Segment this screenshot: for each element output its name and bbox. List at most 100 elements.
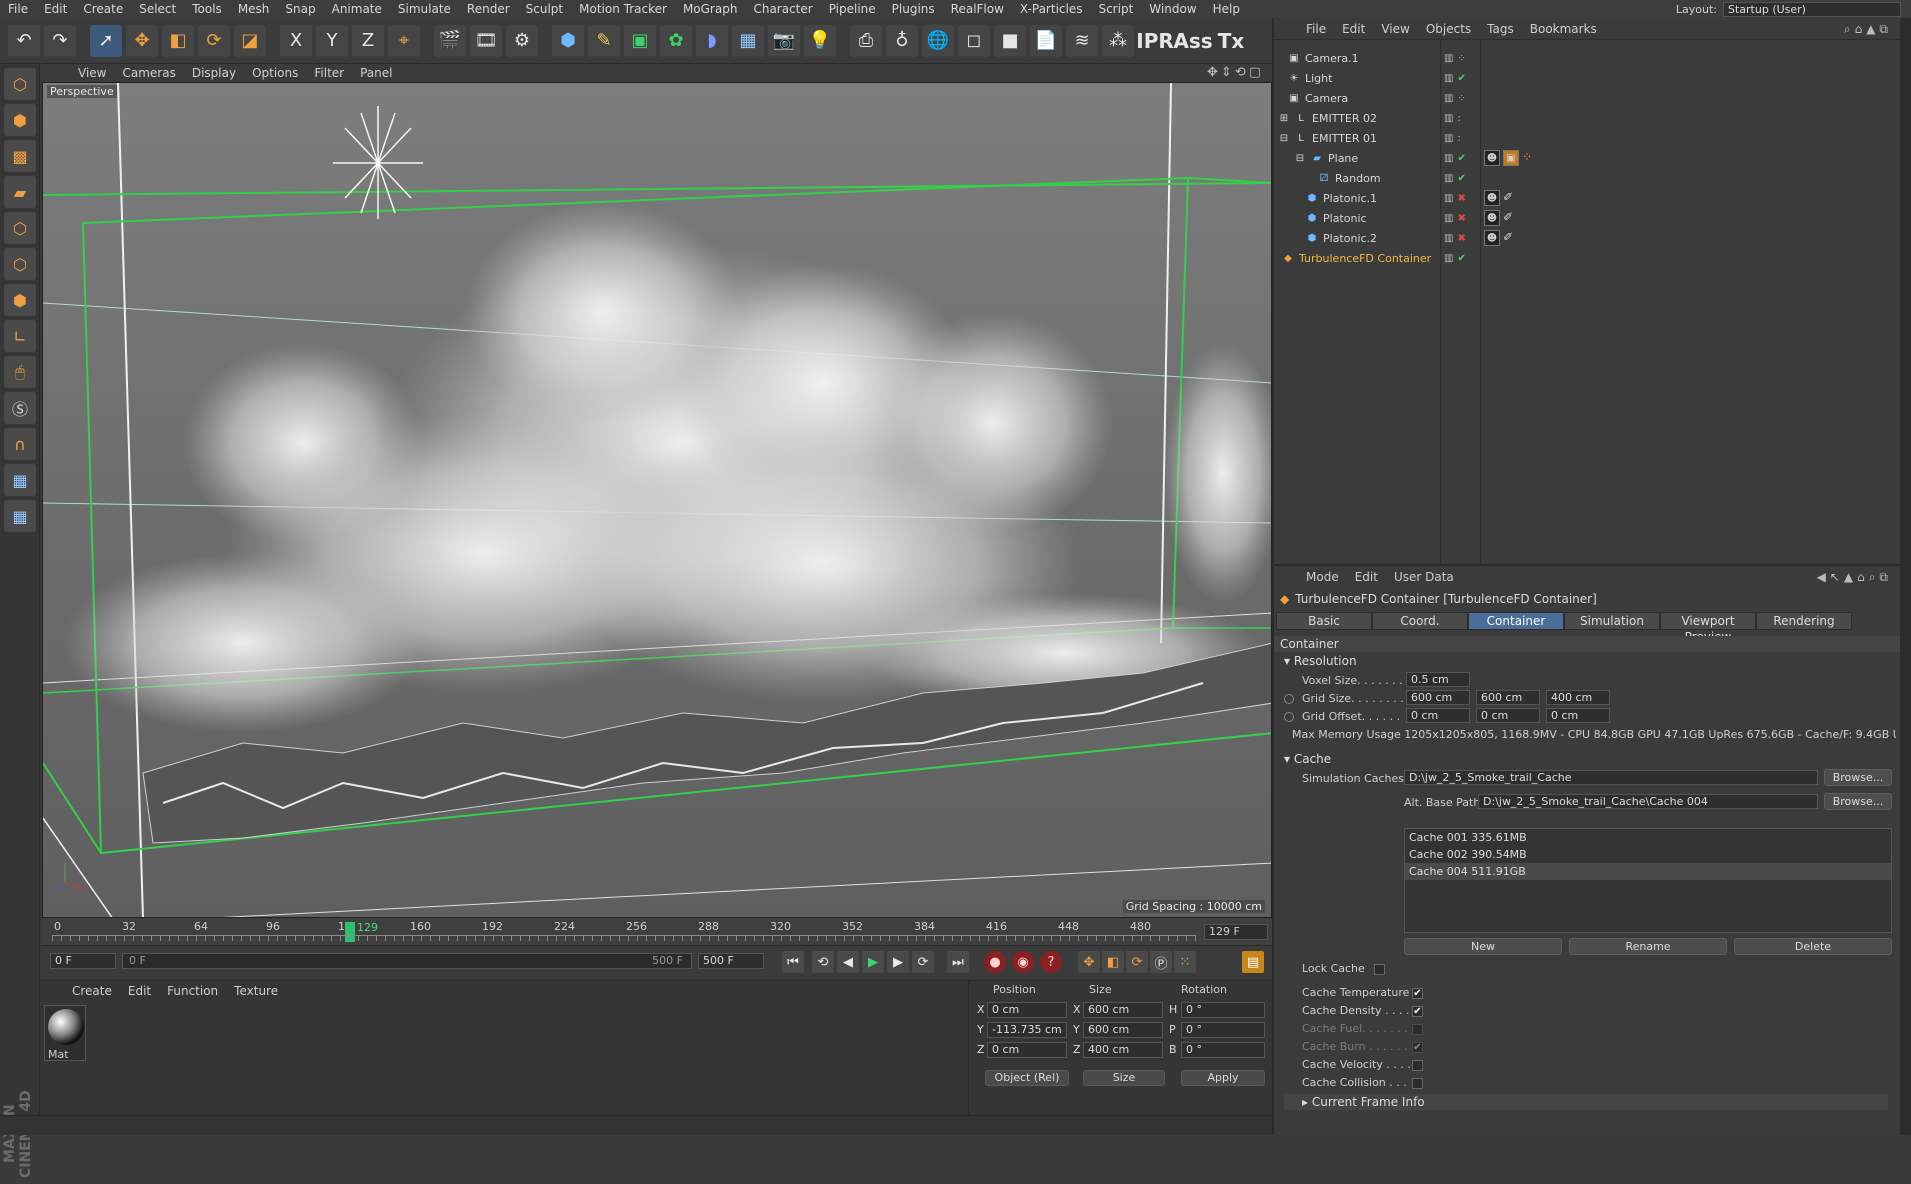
right-tab-strip[interactable] <box>1900 18 1911 1135</box>
key-position-button[interactable]: ✥ <box>1078 951 1100 973</box>
preview-range-slider[interactable]: 0 F 500 F <box>122 953 692 969</box>
expand-plus-icon[interactable]: ⊞ <box>1278 112 1290 124</box>
menu-x-particles[interactable]: X-Particles <box>1012 2 1091 16</box>
next-key-button[interactable]: ⟳ <box>912 951 934 973</box>
plugin-light-button[interactable]: ♁ <box>886 24 918 57</box>
coordinate-system-button[interactable]: ⌖ <box>388 24 420 57</box>
end-frame-field[interactable]: 500 F <box>698 953 764 969</box>
grid-offset-z-field[interactable]: 0 cm <box>1546 708 1610 723</box>
rot-b-field[interactable]: 0 ° <box>1181 1042 1265 1058</box>
y-axis-button[interactable]: Y <box>316 24 348 57</box>
om-toolbar-icons[interactable]: ⌕⌂▲⧉ <box>1844 22 1892 37</box>
layout-select[interactable]: Startup (User) <box>1723 1 1901 17</box>
size-y-field[interactable]: 600 cm <box>1083 1022 1163 1038</box>
pos-x-field[interactable]: 0 cm <box>987 1002 1067 1018</box>
light-button[interactable]: 💡 <box>804 24 836 57</box>
lock-cache-checkbox[interactable] <box>1374 964 1385 975</box>
object-row-camera-1[interactable]: ▣ Camera.1 ▥⁘ <box>1274 48 1902 68</box>
object-flags[interactable]: ▥✔ <box>1444 253 1480 264</box>
undo-button[interactable]: ↶ <box>8 24 40 57</box>
grid-size-x-field[interactable]: 600 cm <box>1406 690 1470 705</box>
polygons-mode-button[interactable]: ⬢ <box>4 284 36 316</box>
cache-fuel-checkbox[interactable] <box>1412 1024 1423 1035</box>
rename-cache-button[interactable]: Rename <box>1569 938 1727 955</box>
collapse-minus-icon[interactable]: ⊟ <box>1294 152 1306 164</box>
enabled-check-icon[interactable]: ✔ <box>1457 253 1469 264</box>
previous-frame-button[interactable]: ◀ <box>837 951 859 973</box>
axis-mode-button[interactable]: ∟ <box>4 320 36 352</box>
om-menu-edit[interactable]: Edit <box>1334 22 1373 36</box>
pos-y-field[interactable]: -113.735 cm <box>987 1022 1067 1038</box>
rotate-tool-button[interactable]: ⟳ <box>198 24 230 57</box>
menu-simulate[interactable]: Simulate <box>390 2 459 16</box>
menu-create[interactable]: Create <box>75 2 131 16</box>
menu-mesh[interactable]: Mesh <box>230 2 278 16</box>
timeline-window-button[interactable]: ▤ <box>1242 951 1264 973</box>
texture-tag-icon[interactable]: ▣ <box>1503 150 1519 166</box>
pen-button[interactable]: ✎ <box>588 24 620 57</box>
rot-p-field[interactable]: 0 ° <box>1181 1022 1265 1038</box>
tfd-tag-icon[interactable]: ☻ <box>1484 230 1500 246</box>
layers-button[interactable]: ≋ <box>1066 24 1098 57</box>
workplane-button[interactable]: ▰ <box>4 176 36 208</box>
menu-animate[interactable]: Animate <box>324 2 390 16</box>
cache-collision-checkbox[interactable] <box>1412 1078 1423 1089</box>
object-row-platonic-2[interactable]: ⬢ Platonic.2 ▥✖ ☻ ✐ <box>1274 228 1902 248</box>
camera-button[interactable]: 📷 <box>768 24 800 57</box>
previous-key-button[interactable]: ⟲ <box>812 951 834 973</box>
resolution-group[interactable]: ▾ Resolution <box>1284 654 1357 668</box>
edges-mode-button[interactable]: ⬡ <box>4 248 36 280</box>
cube-button[interactable]: ⬢ <box>552 24 584 57</box>
ipr-button[interactable]: IPR <box>1136 25 1174 57</box>
menu-tools[interactable]: Tools <box>184 2 230 16</box>
object-flags[interactable]: ▥✖ <box>1444 233 1480 244</box>
render-picture-viewer-button[interactable]: 🎞 <box>470 24 502 57</box>
menu-pipeline[interactable]: Pipeline <box>821 2 884 16</box>
object-row-plane[interactable]: ⊟ ▰ Plane ▥✔ ☻ ▣ ⁘ <box>1274 148 1902 168</box>
tab-container[interactable]: Container <box>1468 612 1564 630</box>
menu-select[interactable]: Select <box>131 2 184 16</box>
size-z-field[interactable]: 400 cm <box>1083 1042 1163 1058</box>
object-flags[interactable]: ▥⁘ <box>1444 53 1480 64</box>
am-menu-edit[interactable]: Edit <box>1347 570 1386 584</box>
snapping-button[interactable]: Ⓢ <box>4 392 36 424</box>
object-flags[interactable]: ▥✔ <box>1444 173 1480 184</box>
viewport-menu-cameras[interactable]: Cameras <box>114 66 183 80</box>
material-swatch[interactable]: Mat <box>44 1005 86 1061</box>
cache-list-item[interactable]: Cache 002 390.54MB <box>1405 846 1891 863</box>
menu-motion-tracker[interactable]: Motion Tracker <box>571 2 675 16</box>
ass-button[interactable]: Ass <box>1173 25 1212 57</box>
object-row-light[interactable]: ☀ Light ▥✔ <box>1274 68 1902 88</box>
cache-list-item[interactable]: Cache 001 335.61MB <box>1405 829 1891 846</box>
browse-simulation-caches-button[interactable]: Browse... <box>1824 769 1892 786</box>
size-mode-dropdown[interactable]: Size <box>1083 1070 1165 1086</box>
document-button[interactable]: 📄 <box>1030 24 1062 57</box>
grid-offset-x-field[interactable]: 0 cm <box>1406 708 1470 723</box>
tab-rendering[interactable]: Rendering <box>1756 612 1852 630</box>
enabled-check-icon[interactable]: ✔ <box>1457 73 1469 84</box>
apply-button[interactable]: Apply <box>1181 1070 1265 1086</box>
enabled-check-icon[interactable]: ✔ <box>1457 153 1469 164</box>
menu-mograph[interactable]: MoGraph <box>675 2 746 16</box>
om-menu-view[interactable]: View <box>1373 22 1417 36</box>
play-button[interactable]: ▶ <box>862 951 884 973</box>
grid-offset-radio[interactable] <box>1284 712 1294 722</box>
points-mode-button[interactable]: ⬡ <box>4 212 36 244</box>
menu-edit[interactable]: Edit <box>36 2 75 16</box>
object-flags[interactable]: ▥: <box>1444 133 1480 144</box>
cache-group[interactable]: ▾ Cache <box>1284 752 1331 766</box>
coordinate-mode-dropdown[interactable]: Object (Rel) <box>985 1070 1069 1086</box>
deformer-button[interactable]: ◗ <box>696 24 728 57</box>
disabled-cross-icon[interactable]: ✖ <box>1457 193 1469 204</box>
object-flags[interactable]: ▥⁘ <box>1444 93 1480 104</box>
new-cache-button[interactable]: New <box>1404 938 1562 955</box>
tx-button[interactable]: Tx <box>1214 25 1248 57</box>
pos-z-field[interactable]: 0 cm <box>987 1042 1067 1058</box>
disabled-cross-icon[interactable]: ✖ <box>1457 233 1469 244</box>
menu-sculpt[interactable]: Sculpt <box>518 2 571 16</box>
cache-density-checkbox[interactable]: ✔ <box>1412 1006 1423 1017</box>
grid-size-z-field[interactable]: 400 cm <box>1546 690 1610 705</box>
object-row-random[interactable]: ⚂ Random ▥✔ <box>1274 168 1902 188</box>
subdivision-button[interactable]: ▣ <box>624 24 656 57</box>
phong-tag-icon[interactable]: ✐ <box>1503 190 1513 206</box>
